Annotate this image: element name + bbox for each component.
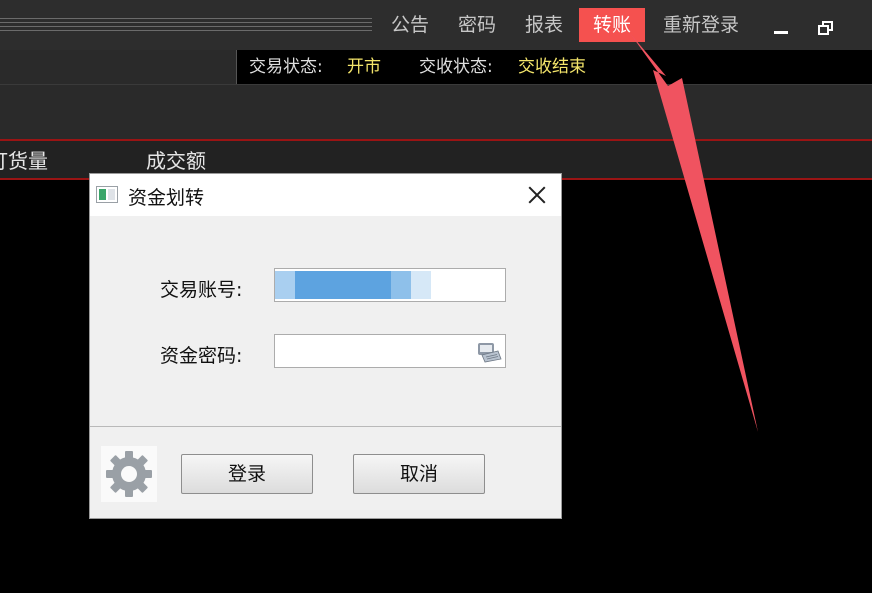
account-label: 交易账号: [160, 279, 243, 301]
fund-transfer-dialog: 资金划转 交易账号: 资金密码: 登录 取消 [89, 173, 562, 519]
password-field[interactable] [274, 334, 506, 368]
gear-icon[interactable] [101, 446, 157, 502]
market-status-bar: 交易状态: 开市 交收状态: 交收结束 [236, 50, 872, 84]
password-label: 资金密码: [160, 345, 243, 367]
dialog-divider [90, 426, 561, 427]
trade-status-label: 交易状态: [249, 57, 323, 77]
title-grip-line [0, 26, 372, 27]
settle-status-value: 交收结束 [518, 57, 586, 77]
restore-icon[interactable] [812, 8, 842, 42]
menu-report[interactable]: 报表 [517, 8, 571, 42]
menu-password[interactable]: 密码 [450, 8, 504, 42]
trade-status-value: 开市 [347, 57, 381, 77]
menu-announcement[interactable]: 公告 [383, 8, 437, 42]
title-grip-line [0, 30, 372, 31]
toolbar-area [0, 84, 872, 140]
account-field[interactable] [274, 268, 506, 302]
title-grip-line [0, 22, 372, 23]
dialog-title: 资金划转 [128, 187, 205, 209]
column-turnover[interactable]: 成交额 [146, 145, 206, 174]
password-input[interactable] [275, 335, 471, 367]
settle-status-label: 交收状态: [419, 57, 493, 77]
status-strip-left [0, 50, 236, 84]
menu-relogin[interactable]: 重新登录 [655, 8, 747, 42]
cancel-button[interactable]: 取消 [353, 454, 485, 494]
menu-transfer[interactable]: 转账 [579, 8, 645, 42]
app-icon [96, 186, 118, 203]
dialog-titlebar: 资金划转 [90, 174, 561, 216]
login-button[interactable]: 登录 [181, 454, 313, 494]
column-order-volume[interactable]: 订货量 [0, 145, 48, 174]
close-icon[interactable] [522, 180, 552, 210]
minimize-icon[interactable] [766, 8, 796, 42]
title-grip-line [0, 18, 372, 19]
keyboard-icon[interactable] [476, 339, 502, 363]
top-menu-bar: 公告 密码 报表 转账 重新登录 [0, 0, 872, 50]
